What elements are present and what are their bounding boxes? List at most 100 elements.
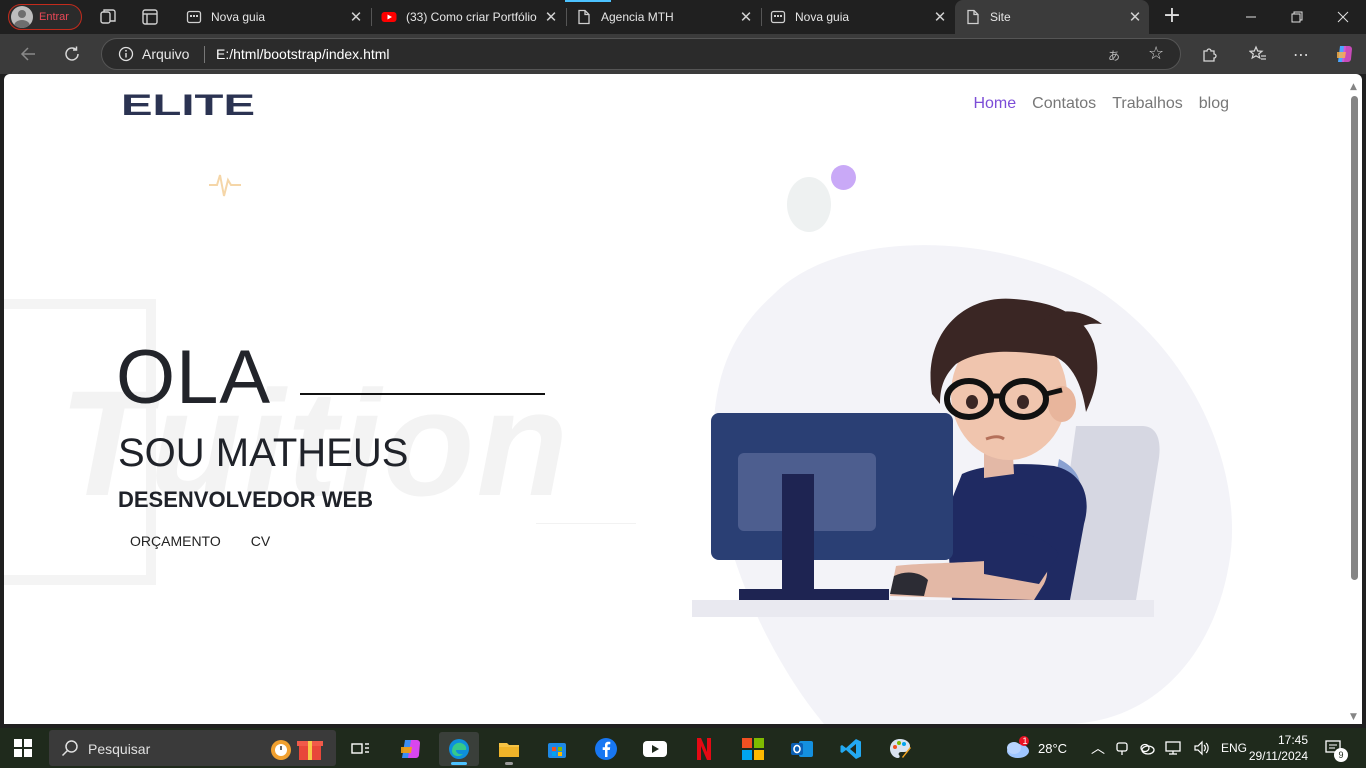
tab-nova-guia-1[interactable]: Nova guia ✕	[176, 2, 370, 32]
language-indicator[interactable]: ENG	[1221, 741, 1247, 755]
tab-label: (33) Como criar Portfólio	[406, 10, 537, 24]
scheme-label: Arquivo	[142, 46, 190, 62]
logo-text: ELITE	[121, 92, 255, 118]
new-tab-icon	[186, 10, 202, 24]
system-tray: ︿ ENG	[1091, 728, 1247, 768]
close-icon[interactable]: ✕	[346, 8, 366, 26]
notifications-button[interactable]: 9	[1324, 728, 1348, 768]
browser-tab-bar: Entrar Nova guia ✕ (33) Como criar Portf…	[0, 0, 1366, 34]
refresh-button[interactable]	[60, 42, 84, 66]
vscode-icon[interactable]	[831, 732, 871, 766]
workspaces-icon[interactable]	[98, 7, 118, 27]
page-scrollbar[interactable]: ▲ ▼	[1350, 82, 1358, 722]
close-icon[interactable]: ✕	[1125, 8, 1145, 26]
read-aloud-icon[interactable]: あ	[1108, 47, 1120, 64]
nav-blog[interactable]: blog	[1199, 95, 1229, 113]
favorite-star-icon[interactable]: ☆	[1148, 43, 1164, 64]
restore-button[interactable]	[1274, 0, 1320, 34]
outlook-icon[interactable]	[782, 732, 822, 766]
microsoft-365-icon[interactable]	[733, 732, 773, 766]
new-tab-button[interactable]: +	[1160, 5, 1184, 29]
browser-toolbar: Arquivo E:/html/bootstrap/index.html あ ☆…	[0, 34, 1366, 74]
chevron-up-icon[interactable]: ︿	[1091, 738, 1105, 758]
close-icon[interactable]: ✕	[736, 8, 756, 26]
extensions-icon[interactable]	[1197, 42, 1221, 66]
favorites-icon[interactable]	[1246, 42, 1270, 66]
back-button[interactable]	[16, 42, 40, 66]
info-icon[interactable]	[118, 46, 134, 62]
clock-date: 29/11/2024	[1248, 749, 1308, 763]
tab-label: Nova guia	[795, 10, 850, 24]
address-bar[interactable]: Arquivo E:/html/bootstrap/index.html あ ☆	[101, 38, 1181, 70]
hero-name: SOU MATHEUS	[118, 431, 409, 475]
tab-site[interactable]: Site ✕	[955, 0, 1149, 34]
weather-widget[interactable]: 1 28°C	[1004, 728, 1067, 768]
volume-icon[interactable]	[1193, 740, 1211, 756]
url-text[interactable]: E:/html/bootstrap/index.html	[216, 46, 390, 62]
close-icon[interactable]: ✕	[541, 8, 561, 26]
edge-taskbar-icon[interactable]	[439, 732, 479, 766]
close-window-button[interactable]	[1320, 0, 1366, 34]
site-logo[interactable]: ELITE	[121, 89, 257, 122]
main-nav: Home Contatos Trabalhos blog	[973, 95, 1229, 113]
paint-icon[interactable]	[880, 732, 920, 766]
tab-nova-guia-2[interactable]: Nova guia ✕	[760, 2, 954, 32]
tab-actions-icon[interactable]	[140, 7, 160, 27]
copilot-icon[interactable]	[1332, 42, 1356, 66]
profile-button[interactable]: Entrar	[8, 4, 82, 30]
heartbeat-icon	[209, 174, 241, 197]
notification-count: 9	[1334, 748, 1348, 762]
arrow-left-icon	[20, 47, 35, 61]
tab-agencia-mth[interactable]: Agencia MTH ✕	[566, 2, 760, 32]
document-icon	[578, 9, 590, 25]
nav-contatos[interactable]: Contatos	[1032, 95, 1096, 113]
more-options-icon[interactable]: ⋯	[1289, 42, 1313, 66]
scroll-up-icon[interactable]: ▲	[1350, 82, 1357, 92]
hero-underline	[300, 393, 545, 395]
network-icon[interactable]	[1165, 740, 1183, 756]
youtube-icon	[381, 12, 397, 22]
avatar	[11, 6, 33, 28]
netflix-icon[interactable]	[684, 732, 724, 766]
cv-button[interactable]: CV	[251, 533, 270, 549]
meet-now-icon[interactable]	[1115, 740, 1129, 756]
tab-label: Nova guia	[211, 10, 266, 24]
minimize-button[interactable]	[1228, 0, 1274, 34]
refresh-icon	[65, 46, 79, 61]
tab-label: Agencia MTH	[601, 10, 674, 24]
hero-buttons: ORÇAMENTO CV	[130, 533, 270, 549]
developer-illustration	[692, 245, 1233, 724]
tab-label: Site	[990, 10, 1011, 24]
task-view-icon[interactable]	[340, 732, 380, 766]
nav-home[interactable]: Home	[973, 95, 1016, 113]
copilot-taskbar-icon[interactable]	[390, 732, 430, 766]
document-icon	[967, 9, 979, 25]
decorative-dot	[831, 165, 856, 190]
onedrive-icon[interactable]	[1139, 740, 1155, 756]
profile-label: Entrar	[39, 11, 69, 23]
windows-start-icon[interactable]	[14, 739, 32, 757]
orcamento-button[interactable]: ORÇAMENTO	[130, 533, 221, 549]
file-explorer-icon[interactable]	[489, 732, 529, 766]
microsoft-store-icon[interactable]	[537, 732, 577, 766]
clock-time: 17:45	[1277, 733, 1308, 747]
clock[interactable]: 17:45 29/11/2024	[1248, 728, 1308, 768]
new-tab-icon	[770, 10, 786, 24]
search-icon	[61, 740, 78, 757]
weather-temp: 28°C	[1038, 740, 1068, 756]
scrollbar-thumb[interactable]	[1351, 96, 1358, 580]
search-placeholder: Pesquisar	[88, 741, 151, 757]
youtube-taskbar-icon[interactable]	[635, 732, 675, 766]
hero-greeting: OLA	[116, 335, 272, 420]
scroll-down-icon[interactable]: ▼	[1350, 712, 1357, 722]
nav-trabalhos[interactable]: Trabalhos	[1112, 95, 1183, 113]
facebook-icon[interactable]	[586, 732, 626, 766]
weather-badge: 1	[1022, 736, 1028, 746]
hero-role: DESENVOLVEDOR WEB	[118, 487, 374, 512]
windows-taskbar: Pesquisar 1 28°C ︿ ENG 17:45 29/11/2024 …	[0, 728, 1366, 768]
tab-youtube[interactable]: (33) Como criar Portfólio ✕	[371, 2, 565, 32]
decorative-circle	[787, 177, 831, 232]
close-icon[interactable]: ✕	[930, 8, 950, 26]
page-viewport: Tuition ELITE Home Contatos Trabalhos bl…	[4, 74, 1362, 724]
taskbar-search[interactable]: Pesquisar	[49, 730, 336, 766]
